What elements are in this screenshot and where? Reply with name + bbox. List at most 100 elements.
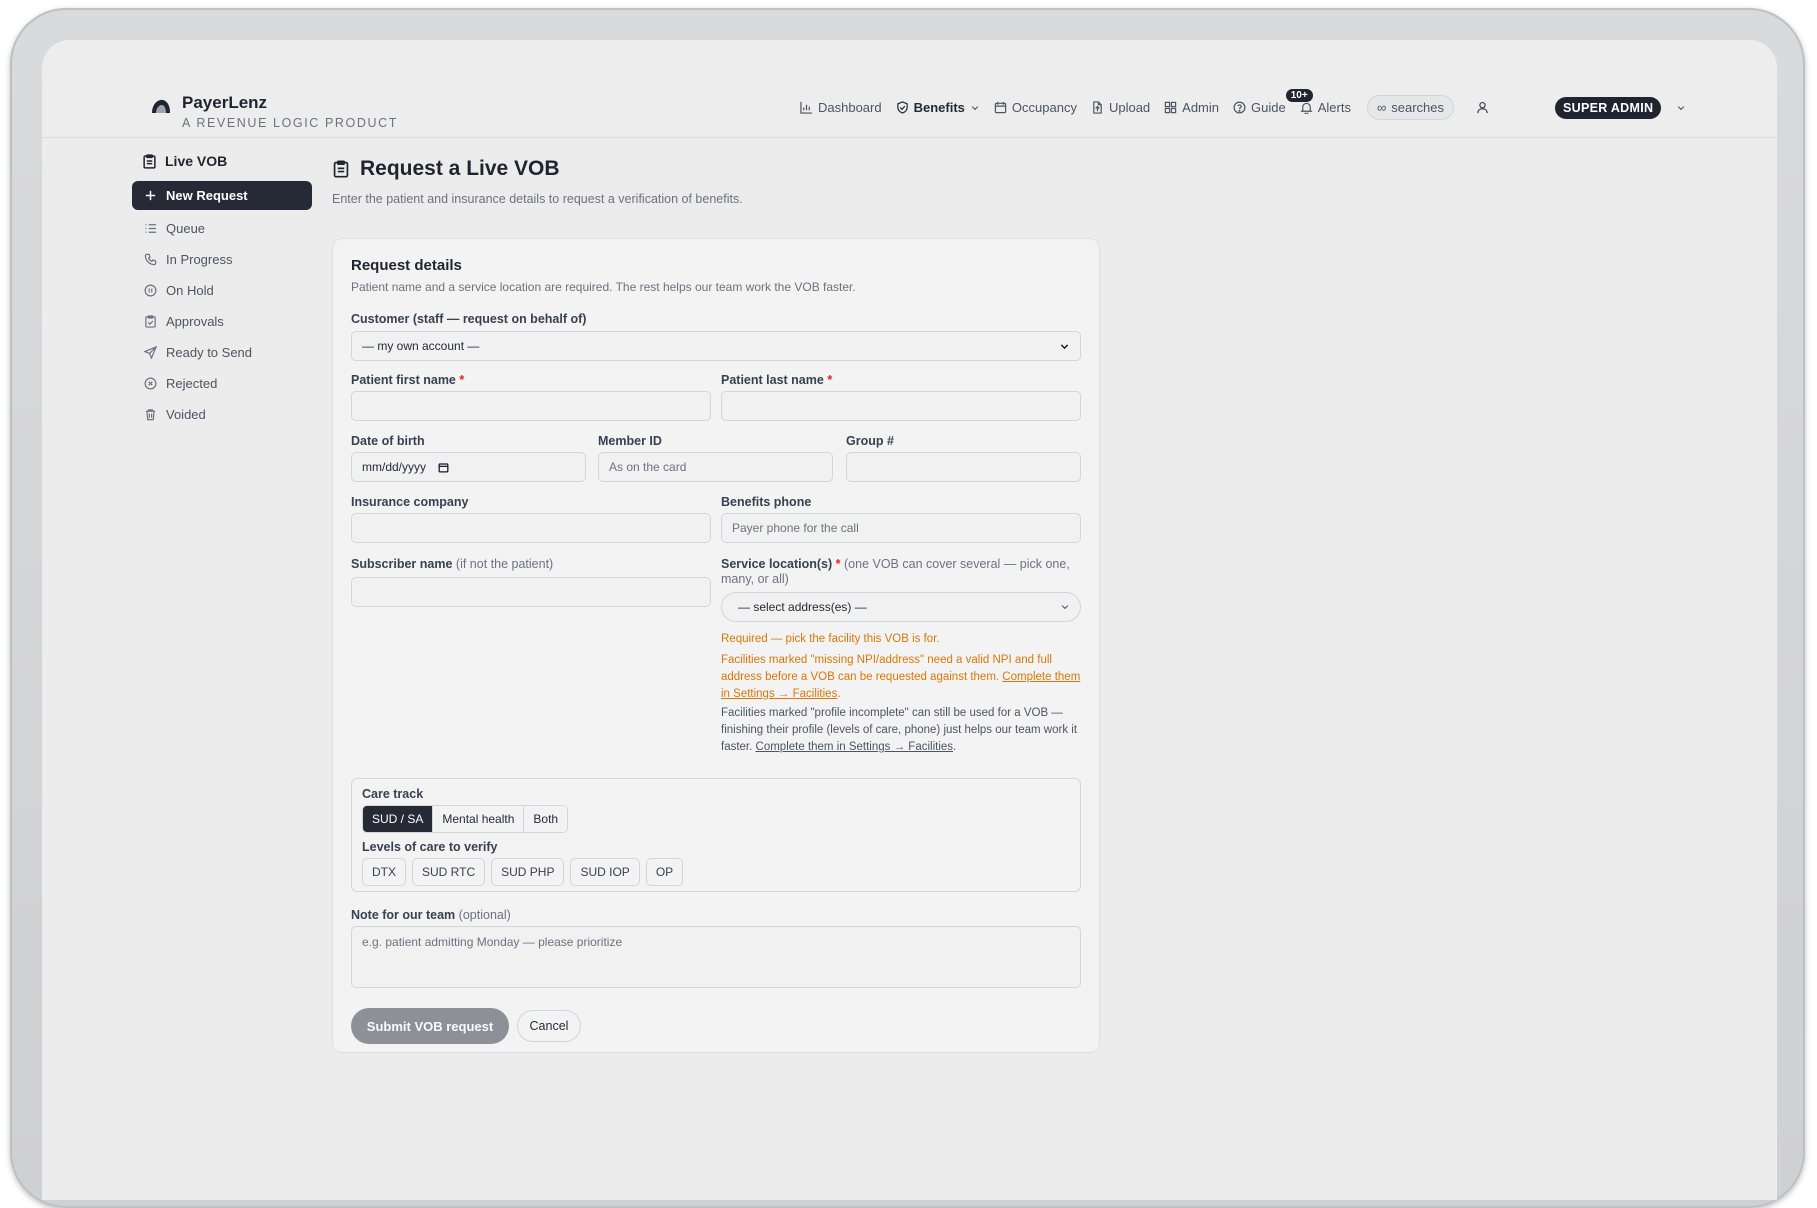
group-input[interactable]: [846, 452, 1081, 482]
help-icon: [1233, 101, 1246, 114]
insurance-input[interactable]: [351, 513, 711, 543]
nav-admin[interactable]: Admin: [1164, 100, 1219, 115]
benefits-phone-input[interactable]: Payer phone for the call: [721, 513, 1081, 543]
sidebar-item-ready-to-send[interactable]: Ready to Send: [132, 337, 312, 368]
role-badge: SUPER ADMIN: [1554, 96, 1662, 119]
shield-icon: [896, 101, 908, 114]
note-label: Note for our team (optional): [351, 908, 511, 922]
service-required-warning: Required — pick the facility this VOB is…: [721, 633, 940, 645]
care-track-both[interactable]: Both: [524, 806, 568, 832]
nav-occupancy[interactable]: Occupancy: [994, 100, 1077, 115]
sidebar-item-label: Approvals: [166, 314, 224, 329]
top-header: PayerLenz A REVENUE LOGIC PRODUCT Dashbo…: [42, 40, 1777, 138]
chevron-down-icon: [1060, 343, 1069, 349]
section-description: Patient name and a service location are …: [351, 280, 856, 294]
nav-guide[interactable]: Guide: [1233, 100, 1286, 115]
level-chip-sud-rtc[interactable]: SUD RTC: [412, 858, 486, 886]
levels-label: Levels of care to verify: [362, 840, 498, 854]
page-title-text: Request a Live VOB: [360, 157, 560, 180]
bell-icon: [1300, 102, 1313, 114]
member-id-input[interactable]: As on the card: [598, 452, 833, 482]
subscriber-label: Subscriber name (if not the patient): [351, 557, 553, 571]
levels-of-care: DTX SUD RTC SUD PHP SUD IOP OP: [362, 858, 689, 886]
trash-icon: [145, 409, 156, 421]
sidebar-item-label: In Progress: [166, 252, 233, 267]
care-track-box: Care track SUD / SA Mental health Both L…: [351, 778, 1081, 892]
sidebar-item-label: New Request: [166, 188, 248, 203]
profile-incomplete-info: Facilities marked "profile incomplete" c…: [721, 707, 1078, 753]
sidebar-item-queue[interactable]: Queue: [132, 213, 312, 244]
request-form-card: Request details Patient name and a servi…: [332, 238, 1100, 1053]
first-name-input[interactable]: [351, 391, 711, 421]
role-switcher[interactable]: SUPER ADMIN: [1554, 96, 1686, 119]
sidebar-item-on-hold[interactable]: On Hold: [132, 275, 312, 306]
sidebar-item-approvals[interactable]: Approvals: [132, 306, 312, 337]
customer-label: Customer (staff — request on behalf of): [351, 312, 587, 326]
submit-button[interactable]: Submit VOB request: [351, 1008, 509, 1044]
screen: PayerLenz A REVENUE LOGIC PRODUCT Dashbo…: [42, 40, 1777, 1200]
last-name-label-text: Patient last name: [721, 373, 824, 387]
sidebar-item-label: Voided: [166, 407, 206, 422]
nav-alerts[interactable]: 10+ Alerts: [1285, 89, 1351, 115]
file-icon: [1093, 101, 1102, 114]
level-chip-sud-php[interactable]: SUD PHP: [491, 858, 565, 886]
subscriber-hint: (if not the patient): [455, 557, 554, 571]
sidebar-title: Live VOB: [132, 147, 312, 175]
required-mark: *: [835, 557, 841, 571]
calendar-icon: [438, 462, 449, 472]
service-location-select[interactable]: — select address(es) —: [721, 592, 1081, 622]
sidebar-item-in-progress[interactable]: In Progress: [132, 244, 312, 275]
cancel-button[interactable]: Cancel: [517, 1010, 581, 1042]
brand-logo[interactable]: PayerLenz A REVENUE LOGIC PRODUCT: [150, 93, 398, 130]
customer-select[interactable]: — my own account —: [351, 331, 1081, 361]
sidebar-item-label: Queue: [166, 221, 206, 236]
missing-npi-warning: Facilities marked "missing NPI/address" …: [721, 654, 1081, 700]
grid-icon: [1164, 101, 1177, 114]
nav-benefits[interactable]: Benefits: [896, 100, 980, 115]
sidebar-item-rejected[interactable]: Rejected: [132, 368, 312, 399]
searches-label: searches: [1391, 100, 1444, 115]
nav-dashboard[interactable]: Dashboard: [800, 100, 882, 115]
care-track-mental-health[interactable]: Mental health: [433, 806, 525, 832]
dob-placeholder: mm/dd/yyyy: [362, 460, 427, 474]
x-circle-icon: [144, 377, 157, 390]
insurance-label: Insurance company: [351, 495, 469, 509]
level-chip-dtx[interactable]: DTX: [362, 858, 406, 886]
service-label-text: Service location(s): [721, 557, 833, 571]
logo-icon: [152, 99, 170, 113]
subscriber-label-text: Subscriber name: [351, 557, 453, 571]
care-track-sud-sa[interactable]: SUD / SA: [363, 806, 434, 832]
last-name-input[interactable]: [721, 391, 1081, 421]
clipboard-icon: [333, 160, 349, 178]
alerts-badge: 10+: [1285, 89, 1313, 102]
last-name-label: Patient last name *: [721, 373, 832, 387]
sidebar-item-label: On Hold: [166, 283, 214, 298]
settings-facilities-link[interactable]: Complete them in Settings → Facilities: [756, 741, 954, 753]
dob-input[interactable]: mm/dd/yyyy: [351, 452, 586, 482]
clipboard-icon: [143, 153, 156, 169]
page-title: Request a Live VOB: [332, 157, 743, 181]
required-mark: *: [827, 373, 833, 387]
searches-pill[interactable]: ∞ searches: [1366, 95, 1454, 120]
chevron-down-icon: [1678, 105, 1685, 110]
note-textarea[interactable]: e.g. patient admitting Monday — please p…: [351, 926, 1081, 988]
required-mark: *: [459, 373, 465, 387]
group-label: Group #: [846, 434, 894, 448]
service-label: Service location(s) * (one VOB can cover…: [721, 557, 1081, 587]
nav-alerts-label: Alerts: [1317, 100, 1351, 115]
nav-upload-label: Upload: [1108, 100, 1151, 115]
nav-dashboard-label: Dashboard: [818, 100, 882, 115]
level-chip-op[interactable]: OP: [645, 858, 684, 886]
user-menu[interactable]: [1476, 101, 1489, 114]
subscriber-input[interactable]: [351, 577, 711, 607]
sidebar-item-voided[interactable]: Voided: [132, 399, 312, 430]
level-chip-sud-iop[interactable]: SUD IOP: [570, 858, 640, 886]
calendar-icon: [994, 101, 1007, 114]
sidebar-item-new-request[interactable]: New Request: [132, 181, 312, 210]
list-icon: [145, 224, 157, 233]
customer-select-value: — my own account —: [362, 339, 480, 353]
chevron-down-icon: [1061, 605, 1069, 610]
page-description: Enter the patient and insurance details …: [332, 192, 743, 206]
nav-upload[interactable]: Upload: [1091, 100, 1150, 115]
brand-tagline: A REVENUE LOGIC PRODUCT: [182, 116, 398, 130]
